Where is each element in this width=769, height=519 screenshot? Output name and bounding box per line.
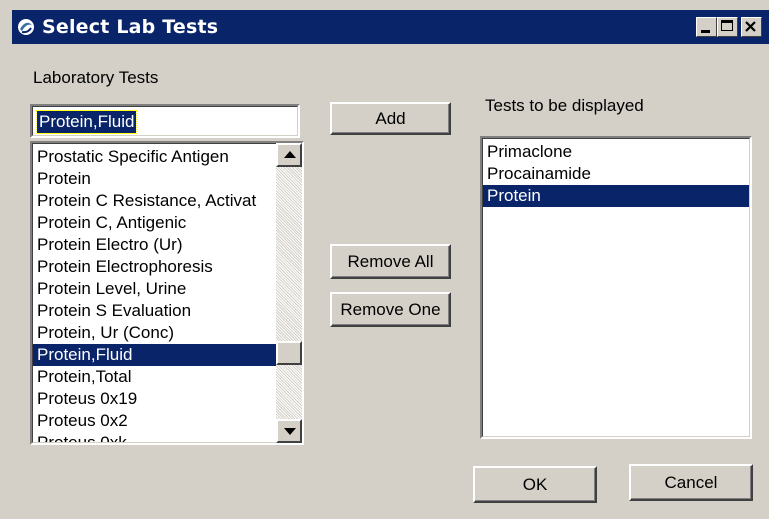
search-input-value: Protein,Fluid xyxy=(35,110,138,134)
list-item[interactable]: Prostatic Specific Antigen xyxy=(33,146,276,168)
arrow-up-icon xyxy=(284,151,296,158)
tests-to-be-displayed-label: Tests to be displayed xyxy=(485,96,644,115)
list-item[interactable]: Protein Level, Urine xyxy=(33,278,276,300)
lab-test-search-input[interactable]: Protein,Fluid xyxy=(30,104,300,138)
list-item[interactable]: Protein Electro (Ur) xyxy=(33,234,276,256)
laboratory-tests-list: Prostatic Specific Antigen Protein Protein… xyxy=(33,146,276,442)
close-button[interactable] xyxy=(741,17,762,37)
list-item[interactable]: Protein,Total xyxy=(33,366,276,388)
scroll-thumb[interactable] xyxy=(276,341,302,365)
list-item[interactable]: Proteus 0xk xyxy=(33,432,276,442)
window-title: Select Lab Tests xyxy=(42,16,219,38)
list-item[interactable]: Proteus 0x2 xyxy=(33,410,276,432)
app-icon xyxy=(18,19,34,35)
add-button-label: Add xyxy=(375,108,406,128)
list-item[interactable]: Procainamide xyxy=(483,163,749,185)
list-item[interactable]: Protein Electrophoresis xyxy=(33,256,276,278)
arrow-down-icon xyxy=(284,428,296,435)
left-list-scrollbar[interactable] xyxy=(276,143,302,443)
list-item[interactable]: Protein C Resistance, Activat xyxy=(33,190,276,212)
add-button[interactable]: Add xyxy=(330,102,451,135)
list-item[interactable]: Protein xyxy=(483,185,749,207)
laboratory-tests-label: Laboratory Tests xyxy=(33,68,159,87)
maximize-button[interactable] xyxy=(717,17,738,37)
scroll-down-button[interactable] xyxy=(276,419,302,443)
list-item[interactable]: Proteus 0x19 xyxy=(33,388,276,410)
list-item[interactable]: Protein xyxy=(33,168,276,190)
minimize-button[interactable] xyxy=(696,17,717,37)
title-bar[interactable]: Select Lab Tests xyxy=(12,10,769,44)
tests-to-be-displayed-list: Primaclone Procainamide Protein xyxy=(483,141,749,435)
remove-all-button[interactable]: Remove All xyxy=(330,244,451,279)
ok-button[interactable]: OK xyxy=(473,466,597,503)
maximize-icon xyxy=(721,20,733,31)
remove-one-button[interactable]: Remove One xyxy=(330,292,451,327)
laboratory-tests-listbox[interactable]: Prostatic Specific Antigen Protein Protein… xyxy=(30,141,304,445)
tests-to-be-displayed-listbox[interactable]: Primaclone Procainamide Protein xyxy=(480,136,752,439)
scroll-up-button[interactable] xyxy=(276,143,302,167)
remove-all-button-label: Remove All xyxy=(347,251,434,271)
list-item[interactable]: Protein C, Antigenic xyxy=(33,212,276,234)
list-item[interactable]: Protein, Ur (Conc) xyxy=(33,322,276,344)
cancel-button-label: Cancel xyxy=(664,472,718,492)
remove-one-button-label: Remove One xyxy=(340,299,441,319)
close-icon xyxy=(745,21,756,32)
list-item[interactable]: Protein,Fluid xyxy=(33,344,276,366)
select-lab-tests-dialog: Select Lab Tests Laboratory Tests Protei… xyxy=(0,0,769,519)
ok-button-label: OK xyxy=(522,474,548,494)
list-item[interactable]: Protein S Evaluation xyxy=(33,300,276,322)
cancel-button[interactable]: Cancel xyxy=(629,464,753,501)
minimize-icon xyxy=(701,30,710,33)
list-item[interactable]: Primaclone xyxy=(483,141,749,163)
